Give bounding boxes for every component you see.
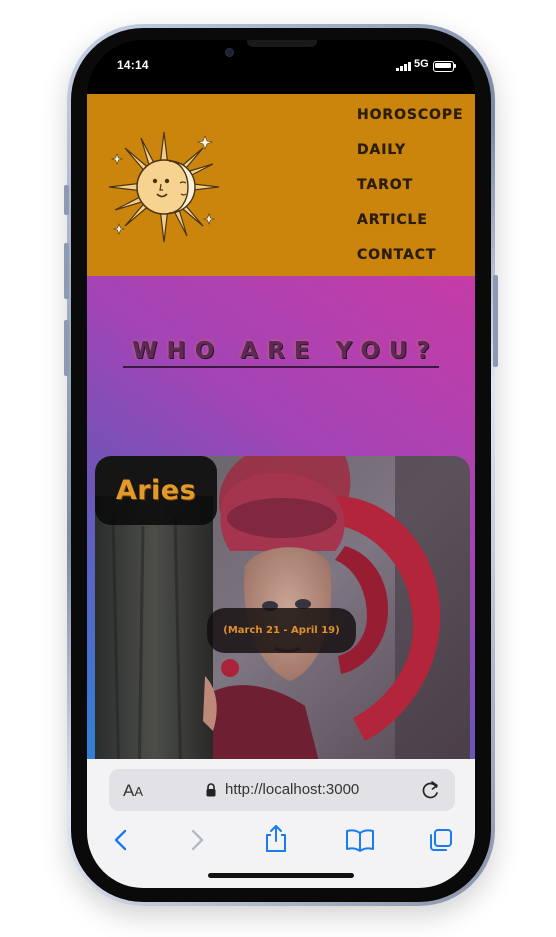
address-bar[interactable]: AA http://localhost:3000 — [109, 769, 455, 811]
battery-icon — [433, 61, 454, 72]
browser-toolbar: AA http://localhost:3000 — [87, 759, 475, 888]
card-title-badge: Aries — [95, 456, 217, 525]
battery-cap — [454, 64, 456, 68]
lock-icon — [206, 783, 216, 797]
power-button — [493, 275, 498, 367]
url-text[interactable]: http://localhost:3000 — [225, 781, 359, 798]
nav-horoscope-link[interactable]: HOROSCOPE — [357, 108, 463, 143]
reload-icon[interactable] — [421, 779, 441, 801]
hero-title: WHO ARE YOU? — [87, 338, 475, 368]
card-date-badge: (March 21 - April 19) — [207, 608, 356, 653]
share-icon[interactable] — [262, 823, 290, 853]
phone-screen: 14:14 5G HOROSCOPE DAILY TAROT ARTICLE C… — [87, 40, 475, 888]
hero-section: WHO ARE YOU? Aries (March 21 - April 19) — [87, 276, 475, 759]
status-bar: 14:14 5G — [87, 40, 475, 94]
speaker-notch — [247, 40, 317, 47]
nav-tarot-link[interactable]: TAROT — [357, 178, 463, 213]
text-size-button[interactable]: AA — [123, 781, 143, 801]
status-time: 14:14 — [117, 58, 149, 72]
volume-down-button — [64, 320, 69, 376]
card-title: Aries — [115, 475, 197, 506]
front-camera — [225, 48, 234, 57]
web-page: HOROSCOPE DAILY TAROT ARTICLE CONTACT WH… — [87, 94, 475, 759]
signal-icon — [396, 62, 411, 71]
tabs-icon[interactable] — [427, 827, 455, 853]
card-date-range: (March 21 - April 19) — [223, 625, 340, 636]
network-type: 5G — [414, 58, 429, 70]
sun-moon-logo-icon[interactable] — [105, 128, 223, 246]
main-nav: HOROSCOPE DAILY TAROT ARTICLE CONTACT — [357, 108, 463, 283]
home-indicator — [208, 873, 354, 878]
zodiac-card-aries[interactable]: Aries (March 21 - April 19) — [95, 456, 470, 759]
mute-switch — [64, 185, 69, 215]
volume-up-button — [64, 243, 69, 299]
site-header: HOROSCOPE DAILY TAROT ARTICLE CONTACT — [87, 94, 475, 276]
hero-title-text: WHO ARE YOU? — [123, 338, 439, 368]
forward-icon[interactable] — [183, 827, 211, 853]
nav-article-link[interactable]: ARTICLE — [357, 213, 463, 248]
bookmarks-icon[interactable] — [345, 827, 375, 853]
back-icon[interactable] — [107, 827, 135, 853]
nav-daily-link[interactable]: DAILY — [357, 143, 463, 178]
